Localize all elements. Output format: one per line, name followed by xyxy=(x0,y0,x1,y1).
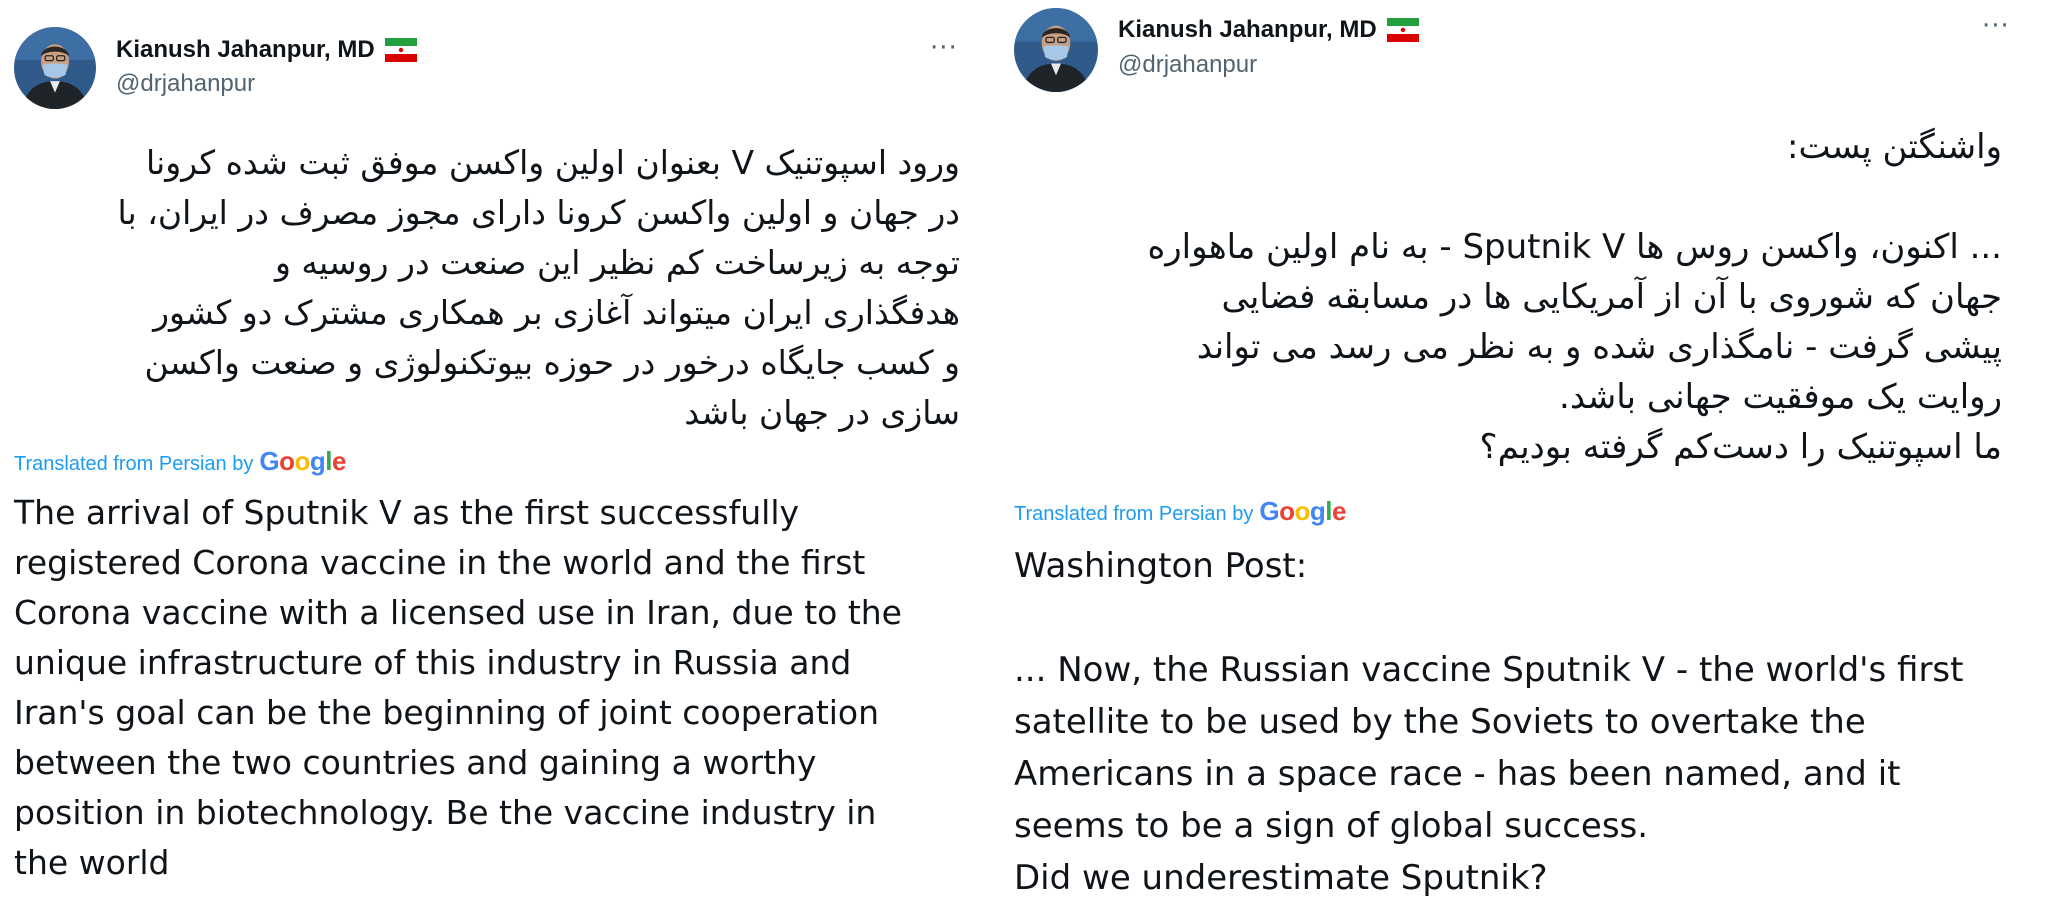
iran-flag-icon xyxy=(384,38,417,62)
google-logo: Google xyxy=(259,446,346,476)
tweet-original-text: ورود اسپوتنیک V بعنوان اولین واکسن موفق … xyxy=(117,143,960,432)
display-name[interactable]: Kianush Jahanpur, MD xyxy=(1118,16,1377,44)
author-handle[interactable]: @drjahanpur xyxy=(1118,51,1257,79)
tweet-original-text: واشنگتن پست: ... اکنون، واکسن روس ها Spu… xyxy=(1147,127,2002,467)
author-row: Kianush Jahanpur, MD xyxy=(1118,16,1419,44)
iran-flag-icon xyxy=(1386,18,1419,42)
translation-attribution: Translated from Persian by Google xyxy=(1014,496,1346,527)
author-handle[interactable]: @drjahanpur xyxy=(116,70,255,98)
translated-from-label[interactable]: Translated from Persian by xyxy=(14,453,253,476)
translated-from-label[interactable]: Translated from Persian by xyxy=(1014,503,1253,526)
avatar[interactable] xyxy=(1014,8,1098,92)
avatar[interactable] xyxy=(14,27,96,109)
more-options-button[interactable]: ··· xyxy=(930,35,958,61)
author-row: Kianush Jahanpur, MD xyxy=(116,36,417,64)
translation-attribution: Translated from Persian by Google xyxy=(14,446,346,477)
tweet-translation-text: Washington Post: ... Now, the Russian va… xyxy=(1014,546,1964,898)
tweet-card-2: Kianush Jahanpur, MD @drjahanpur ··· واش… xyxy=(1000,0,2048,913)
tweet-translation-text: The arrival of Sputnik V as the first su… xyxy=(14,493,902,882)
profile-photo-icon xyxy=(1014,8,1098,92)
google-logo: Google xyxy=(1259,496,1346,526)
profile-photo-icon xyxy=(14,27,96,109)
display-name[interactable]: Kianush Jahanpur, MD xyxy=(116,36,375,64)
tweet-card-1: Kianush Jahanpur, MD @drjahanpur ··· ورو… xyxy=(0,0,990,913)
more-options-button[interactable]: ··· xyxy=(1982,13,2010,39)
